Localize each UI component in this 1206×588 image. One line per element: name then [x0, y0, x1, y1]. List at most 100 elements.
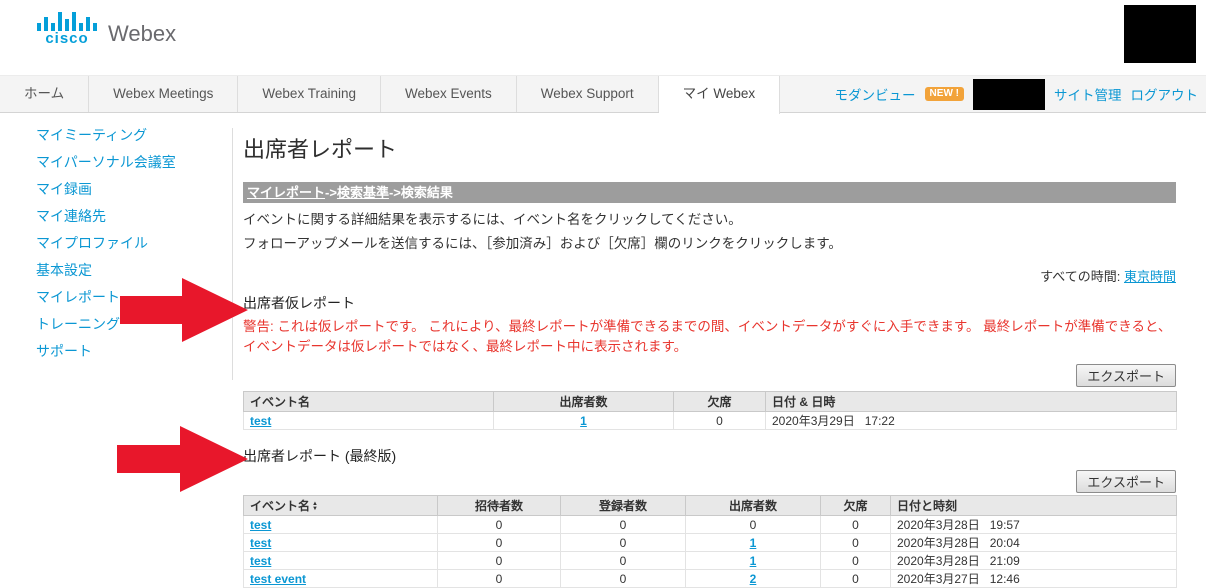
- red-arrow-annotation-1: [120, 278, 248, 342]
- nav-utility: モダンビュー NEW ! サイト管理 ログアウト: [835, 76, 1206, 112]
- new-badge: NEW !: [925, 87, 964, 101]
- redaction-box: [1124, 5, 1196, 63]
- sidebar-link-0[interactable]: マイミーティング: [36, 127, 147, 143]
- registered-count-cell: 0: [561, 552, 686, 570]
- export-button-2[interactable]: エクスポート: [1076, 470, 1176, 493]
- final-table-body: test00002020年3月28日 19:57test00102020年3月2…: [244, 516, 1177, 588]
- registered-count-cell: 0: [561, 534, 686, 552]
- modern-view-link[interactable]: モダンビュー: [835, 84, 916, 104]
- attended-count-cell: 0: [686, 516, 821, 534]
- absent-count-cell: 0: [821, 516, 891, 534]
- export-row-2: エクスポート: [243, 470, 1176, 493]
- sidebar-item: マイ連絡先: [36, 203, 232, 230]
- date-time-cell: 2020年3月29日 17:22: [766, 412, 1177, 430]
- sidebar-link-4[interactable]: マイプロファイル: [36, 235, 148, 251]
- preliminary-report-heading: 出席者仮レポート: [243, 293, 1176, 313]
- sidebar-item: マイプロファイル: [36, 230, 232, 257]
- event-name-cell: test: [244, 534, 438, 552]
- column-header: 日付 & 日時: [766, 392, 1177, 412]
- preliminary-table-body: test102020年3月29日 17:22: [244, 412, 1177, 430]
- date-time-cell: 2020年3月28日 20:04: [891, 534, 1177, 552]
- invited-count-cell: 0: [438, 552, 561, 570]
- sort-icon[interactable]: ▲▼: [312, 502, 318, 512]
- event-link[interactable]: test: [250, 554, 271, 568]
- registered-count-cell: 0: [561, 516, 686, 534]
- breadcrumb-my-reports-link[interactable]: マイレポート: [247, 185, 325, 200]
- invited-count-cell: 0: [438, 516, 561, 534]
- timezone-label: すべての時間:: [1040, 269, 1120, 284]
- final-report-table: イベント名▲▼招待者数登録者数出席者数欠席日付と時刻 test00002020年…: [243, 495, 1177, 588]
- page-title: 出席者レポート: [243, 132, 1176, 164]
- preliminary-report-table: イベント名出席者数欠席日付 & 日時 test102020年3月29日 17:2…: [243, 391, 1177, 430]
- page-header: cisco Webex: [0, 0, 1206, 75]
- logout-link[interactable]: ログアウト: [1131, 84, 1199, 104]
- table-row: test00102020年3月28日 21:09: [244, 552, 1177, 570]
- table-row: test00002020年3月28日 19:57: [244, 516, 1177, 534]
- event-link[interactable]: test: [250, 536, 271, 550]
- breadcrumb-current: 検索結果: [401, 185, 453, 200]
- sidebar-link-7[interactable]: トレーニング: [36, 316, 120, 332]
- sidebar-link-6[interactable]: マイレポート: [36, 289, 120, 305]
- attended-count-cell: 1: [494, 412, 674, 430]
- absent-count-cell: 0: [821, 552, 891, 570]
- warning-text: 警告: これは仮レポートです。 これにより、最終レポートが準備できるまでの間、イ…: [243, 317, 1176, 357]
- event-name-cell: test: [244, 412, 494, 430]
- invited-count-cell: 0: [438, 534, 561, 552]
- timezone-link[interactable]: 東京時間: [1124, 269, 1176, 284]
- sort-down-glyph: ▼: [312, 507, 318, 512]
- nav-tab-2[interactable]: Webex Training: [238, 76, 381, 112]
- nav-tab-3[interactable]: Webex Events: [381, 76, 517, 112]
- column-header: 出席者数: [494, 392, 674, 412]
- sidebar-item: マイパーソナル会議室: [36, 149, 232, 176]
- breadcrumb-search-criteria-link[interactable]: 検索基準: [337, 185, 389, 200]
- sidebar-link-2[interactable]: マイ録画: [36, 181, 92, 197]
- sidebar-divider: [232, 128, 233, 380]
- attended-count-link[interactable]: 1: [580, 414, 587, 428]
- final-report-heading: 出席者レポート (最終版): [243, 446, 1176, 466]
- sidebar-link-3[interactable]: マイ連絡先: [36, 208, 106, 224]
- column-header: 登録者数: [561, 496, 686, 516]
- event-name-cell: test event: [244, 570, 438, 588]
- event-link[interactable]: test event: [250, 572, 306, 586]
- invited-count-cell: 0: [438, 570, 561, 588]
- sidebar-link-1[interactable]: マイパーソナル会議室: [36, 154, 176, 170]
- event-link[interactable]: test: [250, 518, 271, 532]
- redaction-box: [973, 79, 1045, 110]
- site-admin-link[interactable]: サイト管理: [1054, 84, 1122, 104]
- breadcrumb: マイレポート->検索基準->検索結果: [243, 182, 1176, 203]
- description-line-2: フォローアップメールを送信するには、［参加済み］および［欠席］欄のリンクをクリッ…: [243, 235, 868, 253]
- webex-logo: cisco Webex: [36, 10, 176, 46]
- top-nav: ホームWebex MeetingsWebex TrainingWebex Eve…: [0, 75, 1206, 113]
- table-row: test00102020年3月28日 20:04: [244, 534, 1177, 552]
- export-button-1[interactable]: エクスポート: [1076, 364, 1176, 387]
- nav-tab-4[interactable]: Webex Support: [517, 76, 659, 112]
- sidebar-item: サポート: [36, 338, 232, 365]
- column-header: 欠席: [674, 392, 766, 412]
- nav-tabs: ホームWebex MeetingsWebex TrainingWebex Eve…: [0, 76, 780, 112]
- sidebar-link-5[interactable]: 基本設定: [36, 262, 92, 278]
- date-time-cell: 2020年3月28日 19:57: [891, 516, 1177, 534]
- absent-count-cell: 0: [821, 570, 891, 588]
- sidebar-item: マイミーティング: [36, 122, 232, 149]
- attended-count-link[interactable]: 1: [750, 536, 757, 550]
- column-header: 欠席: [821, 496, 891, 516]
- table-header-row: イベント名▲▼招待者数登録者数出席者数欠席日付と時刻: [244, 496, 1177, 516]
- sidebar-link-8[interactable]: サポート: [36, 343, 92, 359]
- sidebar-item: マイ録画: [36, 176, 232, 203]
- attended-count-cell: 1: [686, 552, 821, 570]
- description-line-1: イベントに関する詳細結果を表示するには、イベント名をクリックしてください。: [243, 212, 1176, 228]
- attended-count-link[interactable]: 1: [750, 554, 757, 568]
- nav-tab-5[interactable]: マイ Webex: [659, 76, 781, 114]
- cisco-logo: cisco: [36, 10, 98, 46]
- nav-tab-0[interactable]: ホーム: [0, 76, 89, 112]
- webex-wordmark: Webex: [108, 22, 176, 46]
- column-header: 招待者数: [438, 496, 561, 516]
- event-name-cell: test: [244, 516, 438, 534]
- main-content: 出席者レポート マイレポート->検索基準->検索結果 イベントに関する詳細結果を…: [243, 120, 1176, 588]
- attended-count-link[interactable]: 2: [750, 572, 757, 586]
- cisco-wordmark: cisco: [45, 32, 88, 46]
- event-link[interactable]: test: [250, 414, 271, 428]
- nav-tab-1[interactable]: Webex Meetings: [89, 76, 238, 112]
- attended-count-cell: 1: [686, 534, 821, 552]
- column-header: イベント名▲▼: [244, 496, 438, 516]
